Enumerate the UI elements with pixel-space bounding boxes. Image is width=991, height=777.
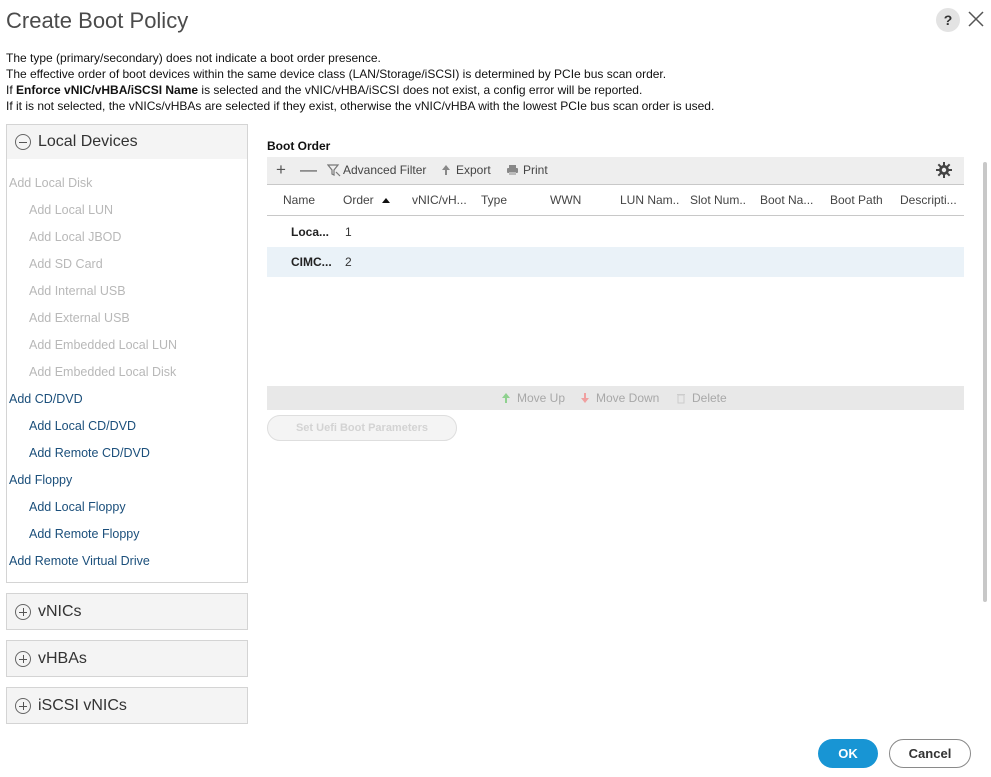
info-line-3: If Enforce vNIC/vHBA/iSCSI Name is selec… (6, 82, 714, 98)
column-header-description[interactable]: Descripti... (900, 193, 957, 207)
vnics-title: vNICs (38, 602, 82, 620)
row-order: 2 (345, 255, 352, 269)
info-line-3-suffix: is selected and the vNIC/vHBA/iSCSI does… (198, 83, 643, 97)
add-embedded-local-disk-link: Add Embedded Local Disk (29, 365, 177, 379)
row-order: 1 (345, 225, 352, 239)
set-uefi-boot-parameters-button[interactable]: Set Uefi Boot Parameters (267, 415, 457, 441)
expand-icon (15, 697, 31, 714)
info-text: The type (primary/secondary) does not in… (6, 50, 714, 114)
add-remote-floppy-link[interactable]: Add Remote Floppy (29, 527, 139, 541)
gear-icon[interactable] (935, 161, 953, 179)
move-down-button[interactable]: Move Down (580, 391, 659, 405)
move-up-label: Move Up (517, 391, 566, 405)
column-header-name[interactable]: Name (283, 193, 315, 207)
advanced-filter-label: Advanced Filter (343, 163, 427, 177)
local-devices-title: Local Devices (38, 133, 138, 150)
row-name: CIMC... (291, 255, 332, 269)
table-row[interactable]: CIMC... 2 (267, 247, 964, 277)
local-devices-panel: Local Devices Add Local Disk Add Local L… (6, 124, 248, 583)
column-header-lun-name[interactable]: LUN Nam.. (620, 193, 679, 207)
delete-button[interactable]: Delete (676, 391, 727, 405)
info-line-3-prefix: If (6, 83, 17, 97)
add-floppy-link[interactable]: Add Floppy (9, 473, 72, 487)
column-header-order[interactable]: Order (343, 193, 391, 207)
add-external-usb-link: Add External USB (29, 311, 130, 325)
add-local-floppy-link[interactable]: Add Local Floppy (29, 500, 126, 514)
column-header-boot-path[interactable]: Boot Path (830, 193, 883, 207)
scrollbar[interactable] (983, 162, 987, 602)
add-local-lun-link: Add Local LUN (29, 203, 114, 217)
row-name: Loca... (291, 225, 330, 239)
info-line-2: The effective order of boot devices with… (6, 67, 667, 81)
move-down-label: Move Down (596, 391, 660, 405)
vnics-section[interactable]: vNICs (6, 593, 248, 630)
trash-icon (677, 394, 685, 404)
iscsi-vnics-title: iSCSI vNICs (38, 696, 127, 714)
close-icon[interactable] (966, 8, 986, 30)
column-header-wwn[interactable]: WWN (550, 193, 581, 207)
ok-button[interactable]: OK (818, 739, 878, 768)
column-header-slot-number[interactable]: Slot Num.. (690, 193, 746, 207)
add-remote-cd-dvd-link[interactable]: Add Remote CD/DVD (29, 446, 150, 460)
add-embedded-local-lun-link: Add Embedded Local LUN (29, 338, 178, 352)
add-local-disk-link: Add Local Disk (9, 176, 93, 190)
remove-button[interactable]: — (300, 160, 317, 180)
arrow-down-icon (581, 393, 589, 403)
cancel-button[interactable]: Cancel (889, 739, 971, 768)
dialog-title: Create Boot Policy (6, 8, 189, 33)
move-up-button[interactable]: Move Up (501, 391, 565, 405)
print-label: Print (523, 163, 548, 177)
add-local-cd-dvd-link[interactable]: Add Local CD/DVD (29, 419, 136, 433)
info-line-1: The type (primary/secondary) does not in… (6, 51, 381, 65)
info-line-4: If it is not selected, the vNICs/vHBAs a… (6, 99, 715, 113)
add-local-jbod-link: Add Local JBOD (29, 230, 122, 244)
column-header-boot-name[interactable]: Boot Na... (760, 193, 813, 207)
local-devices-list: Add Local Disk Add Local LUN Add Local J… (7, 159, 247, 571)
column-header-order-label: Order (343, 193, 374, 207)
arrow-up-icon (442, 165, 450, 175)
add-internal-usb-link: Add Internal USB (29, 284, 126, 298)
print-button[interactable]: Print (506, 163, 548, 177)
table-row[interactable]: Loca... 1 (267, 217, 964, 247)
filter-icon (327, 164, 341, 177)
vnics-header[interactable]: vNICs (7, 594, 247, 629)
boot-order-label: Boot Order (267, 139, 331, 153)
add-cd-dvd-link[interactable]: Add CD/DVD (9, 392, 83, 406)
delete-label: Delete (692, 391, 727, 405)
vhbas-header[interactable]: vHBAs (7, 641, 247, 676)
enforce-name-label: Enforce vNIC/vHBA/iSCSI Name (16, 83, 199, 97)
add-remote-virtual-drive-link[interactable]: Add Remote Virtual Drive (9, 554, 150, 568)
expand-icon (15, 650, 31, 667)
export-label: Export (456, 163, 491, 177)
vhbas-title: vHBAs (38, 649, 87, 667)
printer-icon (507, 165, 518, 175)
expand-icon (15, 603, 31, 620)
header-divider (267, 215, 964, 216)
vhbas-section[interactable]: vHBAs (6, 640, 248, 677)
add-sd-card-link: Add SD Card (29, 257, 103, 271)
advanced-filter-button[interactable]: Advanced Filter (327, 163, 426, 177)
arrow-up-icon (502, 393, 510, 403)
sort-ascending-icon (382, 198, 391, 203)
collapse-icon (15, 134, 31, 150)
row-action-bar: Move Up Move Down Delete (267, 386, 964, 410)
local-devices-header[interactable]: Local Devices (7, 125, 247, 159)
iscsi-vnics-section[interactable]: iSCSI vNICs (6, 687, 248, 724)
export-button[interactable]: Export (440, 163, 491, 177)
column-header-vnic-vhba[interactable]: vNIC/vH... (412, 193, 467, 207)
iscsi-vnics-header[interactable]: iSCSI vNICs (7, 688, 247, 723)
add-button[interactable]: + (276, 160, 286, 180)
column-header-type[interactable]: Type (481, 193, 507, 207)
help-button[interactable]: ? (936, 8, 960, 32)
boot-order-toolbar: + — Advanced Filter Export Print (267, 157, 964, 185)
